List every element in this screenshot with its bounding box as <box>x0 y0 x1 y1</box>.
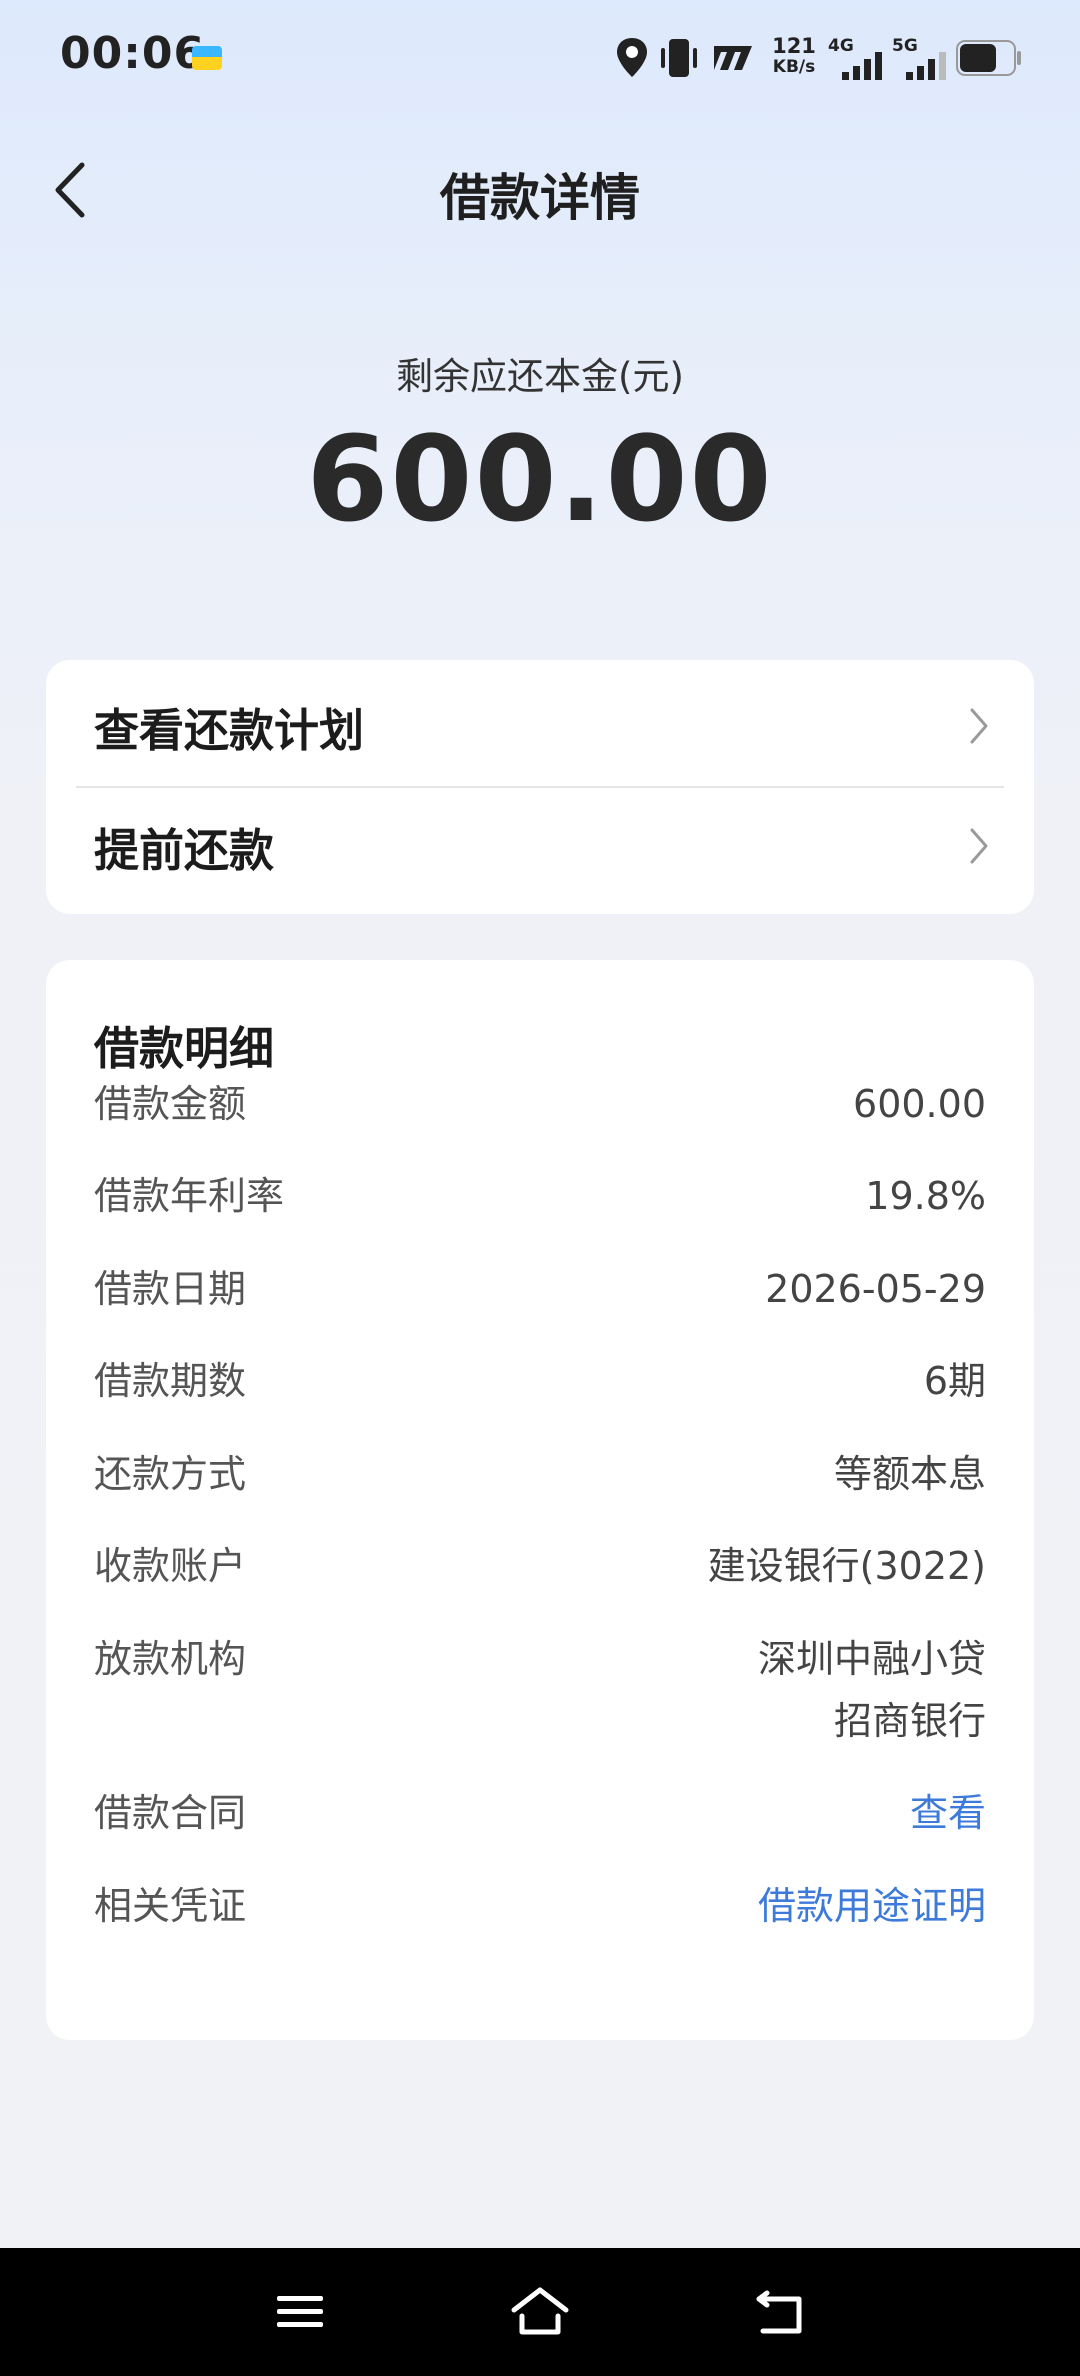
actions-card: 查看还款计划 提前还款 <box>46 660 1034 914</box>
detail-label: 借款合同 <box>94 1791 247 1835</box>
detail-row-receiving-account: 收款账户 建设银行(3022) <box>94 1535 986 1597</box>
signal-4g: 4G <box>828 36 888 84</box>
battery-icon <box>956 40 1021 76</box>
detail-label: 借款年利率 <box>94 1174 285 1218</box>
detail-row-voucher: 相关凭证 借款用途证明 <box>94 1875 986 1937</box>
detail-label: 放款机构 <box>94 1637 247 1681</box>
lender-line-2: 招商银行 <box>833 1699 986 1743</box>
network-speed-value: 121 <box>772 34 816 58</box>
detail-row-repayment-method: 还款方式 等额本息 <box>94 1443 986 1505</box>
status-bar: 00:06 121 KB/s 4G 5G <box>0 0 1080 120</box>
network-speed-unit: KB/s <box>772 57 816 77</box>
detail-value: 600.00 <box>853 1082 986 1126</box>
repayment-plan-label: 查看还款计划 <box>94 703 365 757</box>
loan-details-title: 借款明细 <box>94 1022 275 1075</box>
detail-label: 相关凭证 <box>94 1884 247 1928</box>
status-icons: 121 KB/s 4G 5G <box>0 36 1080 86</box>
signal-5g: 5G <box>892 36 954 84</box>
detail-row-date: 借款日期 2026-05-29 <box>94 1258 986 1320</box>
lender-line-1: 深圳中融小贷 <box>757 1637 986 1681</box>
detail-value: 深圳中融小贷 招商银行 <box>758 1628 986 1752</box>
chevron-right-icon <box>970 708 988 744</box>
vibrate-icon <box>661 39 697 77</box>
back-icon <box>756 2290 802 2334</box>
signal-icon <box>842 52 882 80</box>
network-speed: 121 KB/s <box>766 36 822 76</box>
home-button[interactable] <box>505 2280 575 2344</box>
page-title: 借款详情 <box>440 169 640 227</box>
repayment-plan-row[interactable]: 查看还款计划 <box>46 668 1034 784</box>
back-nav-button[interactable] <box>745 2280 815 2344</box>
detail-label: 借款金额 <box>94 1082 247 1126</box>
loan-details-card: 借款明细 借款金额 600.00 借款年利率 19.8% 借款日期 2026-0… <box>46 960 1034 2040</box>
detail-row-lender: 放款机构 深圳中融小贷 招商银行 <box>94 1628 986 1752</box>
early-repayment-label: 提前还款 <box>94 823 275 877</box>
early-repayment-row[interactable]: 提前还款 <box>46 788 1034 904</box>
detail-row-annual-rate: 借款年利率 19.8% <box>94 1165 986 1227</box>
detail-value: 等额本息 <box>833 1452 986 1496</box>
detail-label: 借款期数 <box>94 1359 247 1403</box>
detail-row-amount: 借款金额 600.00 <box>94 1073 986 1135</box>
navigation-bar <box>0 2248 1080 2376</box>
location-icon <box>617 38 647 77</box>
detail-label: 收款账户 <box>94 1544 247 1588</box>
detail-value: 19.8% <box>865 1174 986 1218</box>
detail-row-contract: 借款合同 查看 <box>94 1782 986 1844</box>
detail-label: 还款方式 <box>94 1452 247 1496</box>
detail-value: 建设银行(3022) <box>707 1544 986 1588</box>
menu-icon <box>277 2296 323 2327</box>
menu-button[interactable] <box>265 2280 335 2344</box>
loan-purpose-proof-link[interactable]: 借款用途证明 <box>758 1875 986 1937</box>
detail-label: 借款日期 <box>94 1267 247 1311</box>
detail-row-periods: 借款期数 6期 <box>94 1350 986 1412</box>
detail-value: 2026-05-29 <box>765 1267 986 1311</box>
remaining-principal-amount: 600.00 <box>306 410 774 548</box>
header: 借款详情 <box>0 130 1080 250</box>
remaining-principal-label: 剩余应还本金(元) <box>396 355 684 398</box>
nfc-icon <box>714 46 752 70</box>
home-icon <box>511 2287 569 2335</box>
view-contract-link[interactable]: 查看 <box>910 1782 986 1844</box>
detail-value: 6期 <box>923 1359 986 1403</box>
chevron-right-icon <box>970 828 988 864</box>
signal-icon <box>906 52 946 80</box>
